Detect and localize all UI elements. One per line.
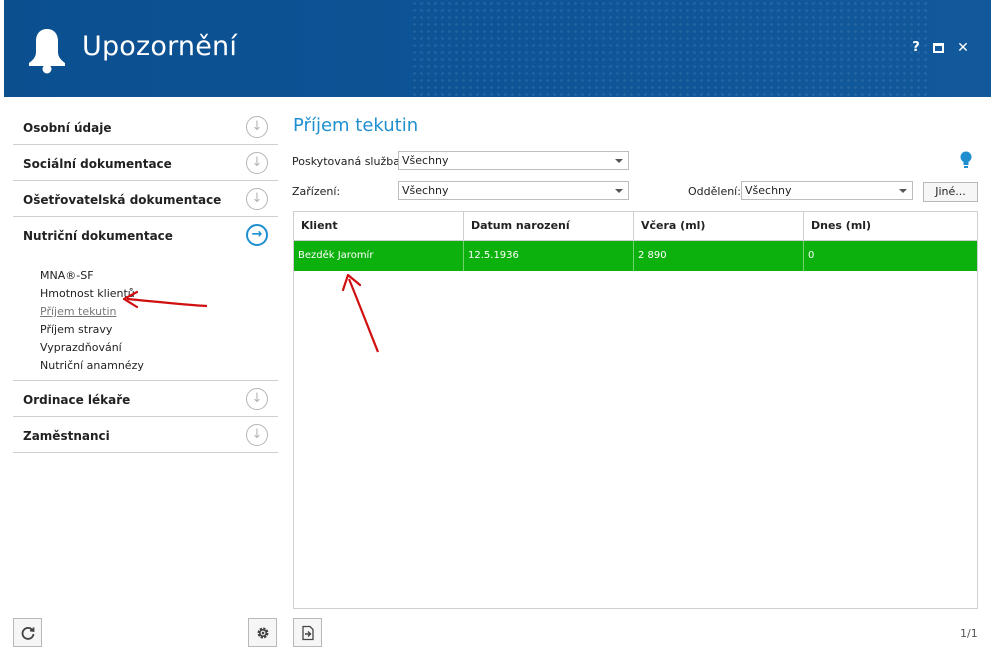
service-label: Poskytovaná služba: — [292, 155, 404, 168]
chevron-down-icon — [899, 189, 907, 193]
arrow-down-circle-icon[interactable]: ↓ — [246, 188, 268, 210]
column-header-vcera[interactable]: Včera (ml) — [634, 212, 804, 240]
grid-header: Klient Datum narození Včera (ml) Dnes (m… — [294, 212, 977, 241]
sidebar-subitem-prijem-tekutin[interactable]: Příjem tekutin — [13, 303, 278, 321]
table-row[interactable]: Bezděk Jaromír 12.5.1936 2 890 0 — [294, 241, 977, 271]
export-button[interactable] — [293, 618, 322, 647]
department-label: Oddělení: — [688, 185, 741, 198]
chevron-down-icon — [615, 159, 623, 163]
arrow-right-circle-icon[interactable]: → — [246, 224, 268, 246]
bell-icon — [29, 29, 65, 74]
department-select[interactable]: Všechny — [741, 181, 913, 200]
service-select-value: Všechny — [402, 154, 449, 167]
facility-select[interactable]: Všechny — [398, 181, 629, 200]
window-title: Upozornění — [82, 31, 238, 62]
data-grid[interactable]: Klient Datum narození Včera (ml) Dnes (m… — [293, 211, 978, 609]
sidebar-section-ordinace-lekare[interactable]: Ordinace lékaře ↓ — [13, 381, 278, 417]
sidebar-subitem-prijem-stravy[interactable]: Příjem stravy — [13, 321, 278, 339]
sidebar-section-osobni-udaje[interactable]: Osobní údaje ↓ — [13, 109, 278, 145]
sidebar-section-osetrovatelska-dokumentace[interactable]: Ošetřovatelská dokumentace ↓ — [13, 181, 278, 217]
sidebar-section-nutricni-dokumentace[interactable]: Nutriční dokumentace → — [13, 217, 278, 253]
sidebar-subitem-vyprazdnovani[interactable]: Vyprazdňování — [13, 339, 278, 357]
settings-button[interactable] — [248, 618, 277, 647]
lightbulb-icon[interactable] — [960, 151, 972, 169]
maximize-button[interactable] — [933, 43, 944, 53]
table-cell-vcera: 2 890 — [634, 241, 804, 271]
sidebar-section-socialni-dokumentace[interactable]: Sociální dokumentace ↓ — [13, 145, 278, 181]
arrow-down-circle-icon[interactable]: ↓ — [246, 388, 268, 410]
page-title: Příjem tekutin — [293, 115, 419, 136]
service-select[interactable]: Všechny — [398, 151, 629, 170]
arrow-down-circle-icon[interactable]: ↓ — [246, 424, 268, 446]
sidebar-section-label: Nutriční dokumentace — [23, 229, 173, 243]
column-header-datum-narozeni[interactable]: Datum narození — [464, 212, 634, 240]
facility-select-value: Všechny — [402, 184, 449, 197]
refresh-icon — [21, 627, 35, 640]
column-header-klient[interactable]: Klient — [294, 212, 464, 240]
sidebar-subitem-mna-sf[interactable]: MNA®-SF — [13, 267, 278, 285]
table-cell-datum-narozeni: 12.5.1936 — [464, 241, 634, 271]
department-select-value: Všechny — [745, 184, 792, 197]
gear-icon — [257, 627, 269, 639]
refresh-button[interactable] — [13, 618, 42, 647]
sidebar-section-label: Osobní údaje — [23, 121, 112, 135]
export-icon — [302, 625, 314, 641]
help-button[interactable]: ? — [909, 40, 923, 56]
arrow-down-circle-icon[interactable]: ↓ — [246, 152, 268, 174]
sidebar-subitem-nutricni-anamnezy[interactable]: Nutriční anamnézy — [13, 357, 278, 375]
sidebar-subitem-hmotnost-klientu[interactable]: Hmotnost klientů — [13, 285, 278, 303]
sidebar-section-label: Ošetřovatelská dokumentace — [23, 193, 222, 207]
sidebar-section-label: Ordinace lékaře — [23, 393, 131, 407]
sidebar-section-label: Sociální dokumentace — [23, 157, 172, 171]
header-pattern — [411, 0, 931, 97]
table-cell-dnes: 0 — [808, 250, 815, 261]
sidebar-subitems: MNA®-SF Hmotnost klientů Příjem tekutin … — [13, 253, 278, 381]
table-cell-klient: Bezděk Jaromír — [294, 241, 464, 271]
window-header: Upozornění ? ✕ — [4, 0, 991, 97]
other-filters-button[interactable]: Jiné... — [923, 182, 978, 202]
column-header-dnes[interactable]: Dnes (ml) — [804, 212, 977, 240]
sidebar: Osobní údaje ↓ Sociální dokumentace ↓ Oš… — [13, 109, 278, 453]
facility-label: Zařízení: — [292, 185, 341, 198]
sidebar-section-label: Zaměstnanci — [23, 429, 110, 443]
arrow-down-circle-icon[interactable]: ↓ — [246, 116, 268, 138]
sidebar-section-zamestnanci[interactable]: Zaměstnanci ↓ — [13, 417, 278, 453]
close-button[interactable]: ✕ — [956, 40, 970, 56]
chevron-down-icon — [615, 189, 623, 193]
page-indicator: 1/1 — [960, 627, 978, 640]
